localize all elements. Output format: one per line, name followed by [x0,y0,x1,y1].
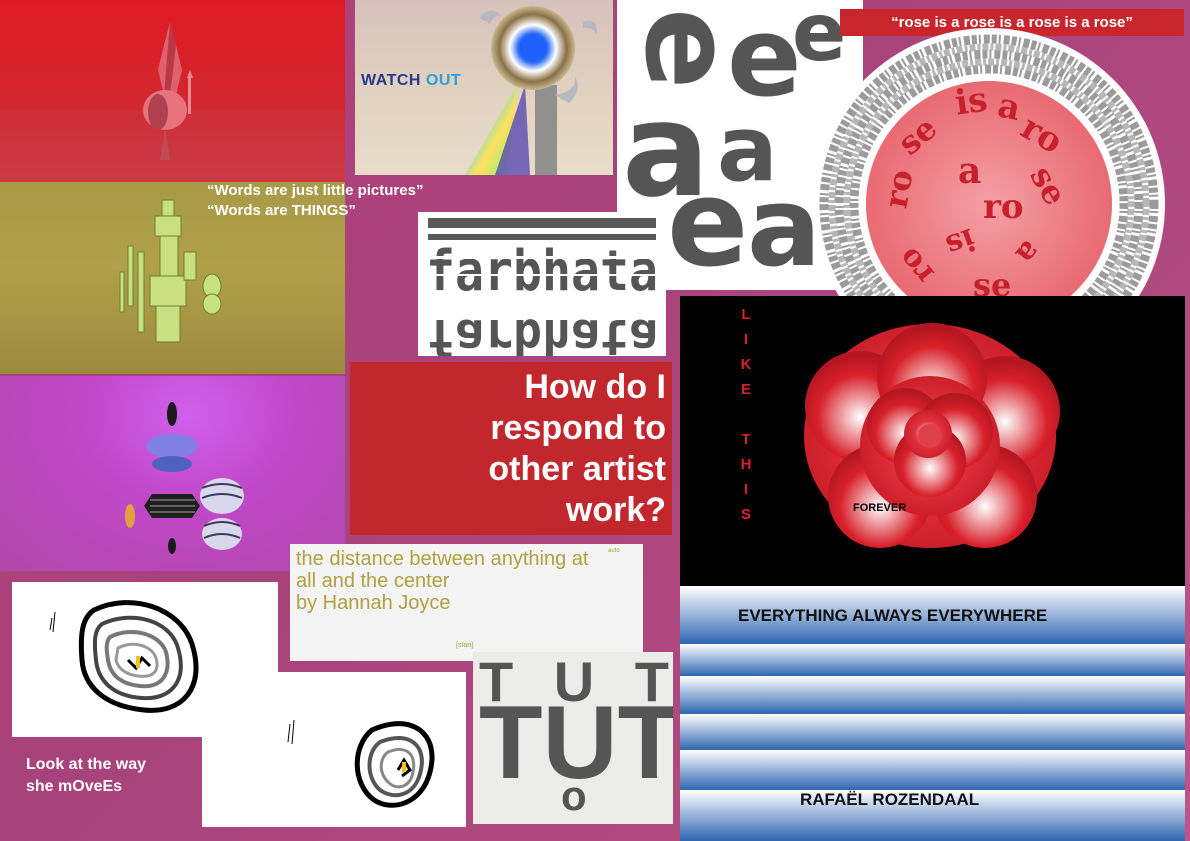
svg-text:ro: ro [877,167,921,211]
tut-letter: T [479,685,543,801]
question-line-3: other artist [488,450,666,488]
like-letter: E [740,381,751,398]
start-link[interactable]: [start] [456,642,474,649]
like-letter: L [741,306,751,323]
artist-name: RAFAËL ROZENDAAL [800,790,980,809]
question-line-1: How do I [524,368,666,406]
out-word: OUT [425,72,462,89]
tut-letter: T [617,685,673,801]
rose-forever-panel: L I K E T H I S FOREVER [680,296,1185,586]
red-sculpture-panel [0,0,345,182]
everything-title: EVERYTHING ALWAYS EVERYWHERE [738,606,1048,625]
question-panel: How do I respond to other artist work? [350,362,672,535]
svg-text:farbhata: farbhata [426,239,658,304]
this-letter: S [740,506,751,523]
distance-line-3: by Hannah Joyce [296,592,451,614]
distance-panel: the distance between anything at all and… [290,544,643,661]
auto-note: auto [608,548,620,554]
contour-shape-2 [287,719,435,808]
svg-text:farbhata: farbhata [426,308,658,356]
like-letters: L I K E T H I S [738,302,754,527]
like-letter: I [743,331,749,348]
tut-panel: T U T T U T o [473,652,673,824]
watch-out-panel: WATCH OUT [355,0,613,175]
red-rose-image [804,323,1060,548]
quote-line-2: “Words are THINGS” [207,202,356,219]
this-letter: I [743,481,749,498]
glitch-type-image: farbhata farbhata [418,218,666,356]
tut-dot: o [561,772,587,819]
svg-text:e: e [667,155,748,290]
forever-label: FOREVER [853,502,907,514]
moves-line-2: she mOveEs [26,778,123,795]
everything-panel: EVERYTHING ALWAYS EVERYWHERE RAFAËL ROZE… [680,586,1185,841]
distance-line-2: all and the center [296,570,450,592]
this-letter: T [741,431,751,448]
contour-panel-2 [202,672,466,827]
glitch-type-panel: farbhata farbhata [418,212,666,356]
svg-text:a: a [958,150,981,192]
svg-text:is: is [952,79,989,123]
watch-word: WATCH [361,72,421,89]
quotes-block: “Words are just little pictures” “Words … [207,181,423,221]
this-letter: H [740,456,752,473]
distance-line-1: the distance between anything at [296,548,589,570]
red-sculpture-image [0,22,345,182]
svg-text:ro: ro [983,187,1024,227]
moves-line-1: Look at the way [26,756,147,773]
question-line-2: respond to [490,409,666,447]
quote-line-1: “Words are just little pictures” [207,182,424,199]
like-letter: K [740,356,752,373]
question-line-4: work? [565,491,666,529]
moves-caption: Look at the way she mOveEs [26,754,146,798]
purple-sculpture-panel [0,376,345,571]
purple-sculpture-image [125,402,244,554]
